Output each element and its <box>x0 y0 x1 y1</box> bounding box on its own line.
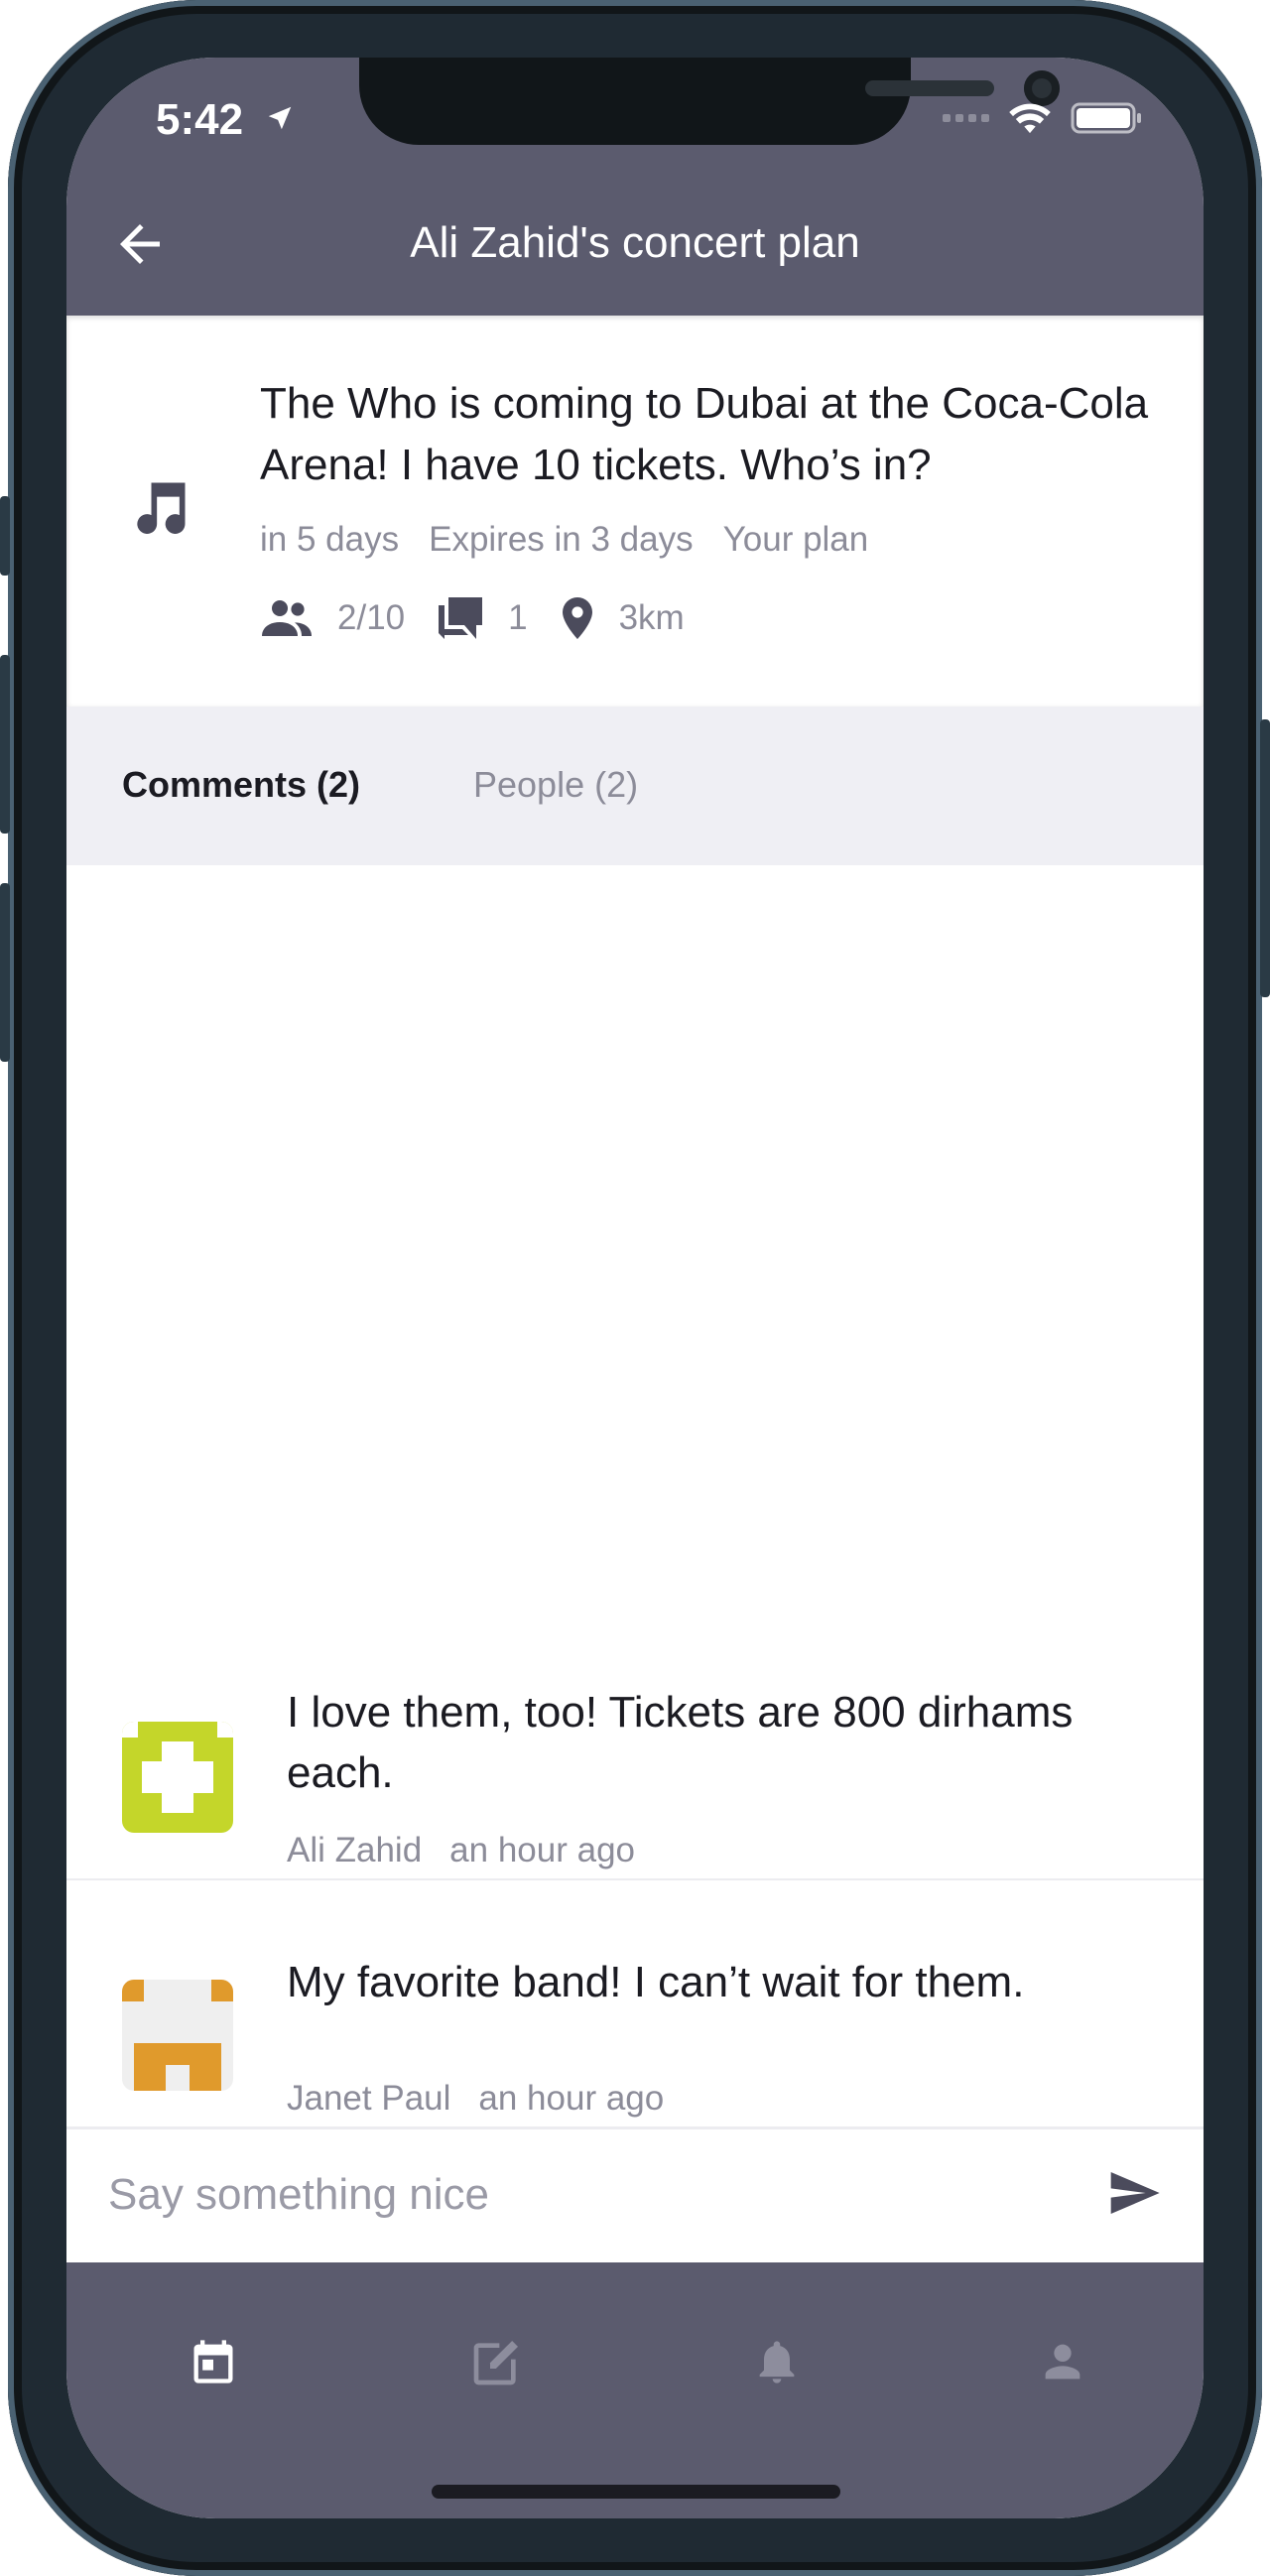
send-button[interactable] <box>1106 2165 1162 2226</box>
plan-description: The Who is coming to Dubai at the Coca-C… <box>260 379 1149 489</box>
comment-time: an hour ago <box>478 2079 665 2118</box>
avatar <box>122 1980 233 2091</box>
battery-icon <box>1071 102 1141 134</box>
home-indicator[interactable] <box>432 2485 840 2499</box>
notch <box>359 58 1060 145</box>
comment-time: an hour ago <box>449 1831 635 1869</box>
plan-owner: Your plan <box>722 520 869 559</box>
bell-icon <box>759 2341 795 2383</box>
screen: 5:42 Ali Zahid's concert plan The Who is… <box>66 58 1204 2518</box>
plan-expiry: Expires in 3 days <box>429 520 694 559</box>
nav-notifications[interactable] <box>737 2322 817 2401</box>
top-bar: 5:42 Ali Zahid's concert plan <box>66 58 1204 316</box>
side-button <box>0 496 10 576</box>
comment-input[interactable] <box>106 2159 1063 2231</box>
bottom-nav <box>66 2262 1204 2518</box>
tab-comments[interactable]: Comments (2) <box>122 764 360 806</box>
status-time: 5:42 <box>156 95 244 144</box>
comment-text: My favorite band! I can’t wait for them. <box>287 1958 1025 2006</box>
comment-item: I love them, too! Tickets are 800 dirham… <box>66 1610 1204 1880</box>
calendar-icon <box>193 2340 233 2383</box>
nav-compose[interactable] <box>457 2322 537 2401</box>
page-title: Ali Zahid's concert plan <box>410 218 860 267</box>
status-indicators <box>943 101 1144 135</box>
distance: 3km <box>618 598 685 637</box>
tab-bar: Comments (2) People (2) <box>66 707 1204 865</box>
music-note-icon <box>137 482 186 534</box>
comment-meta: Ali Zahid an hour ago <box>287 1831 635 1870</box>
send-icon <box>1110 2172 1160 2214</box>
comment-author: Janet Paul <box>287 2079 451 2118</box>
attendee-count: 2/10 <box>337 598 406 637</box>
location-pin-icon <box>560 595 595 641</box>
plan-card: The Who is coming to Dubai at the Coca-C… <box>66 316 1204 707</box>
comments-icon <box>437 595 484 641</box>
comment-item: My favorite band! I can’t wait for them.… <box>66 1880 1204 2128</box>
tab-people[interactable]: People (2) <box>473 764 638 806</box>
avatar <box>122 1722 233 1833</box>
location-arrow-icon <box>268 106 292 130</box>
comment-author: Ali Zahid <box>287 1831 423 1869</box>
nav-calendar[interactable] <box>174 2322 253 2401</box>
comment-composer <box>66 2126 1204 2265</box>
comment-text: I love them, too! Tickets are 800 dirham… <box>287 1688 1074 1797</box>
nav-profile[interactable] <box>1023 2322 1102 2401</box>
person-icon <box>1045 2344 1080 2380</box>
side-button <box>0 655 10 834</box>
comment-count: 1 <box>508 598 528 637</box>
speaker <box>865 80 994 96</box>
cellular-signal-icon <box>943 114 989 122</box>
people-icon <box>260 598 314 638</box>
wifi-icon <box>1009 103 1051 134</box>
plan-stats: 2/10 1 3km <box>260 595 716 641</box>
comment-meta: Janet Paul an hour ago <box>287 2079 664 2119</box>
plan-meta: in 5 days Expires in 3 days Your plan <box>260 520 868 560</box>
side-button <box>1260 719 1270 997</box>
plan-date: in 5 days <box>260 520 400 559</box>
side-button <box>0 883 10 1062</box>
edit-icon <box>473 2341 518 2385</box>
